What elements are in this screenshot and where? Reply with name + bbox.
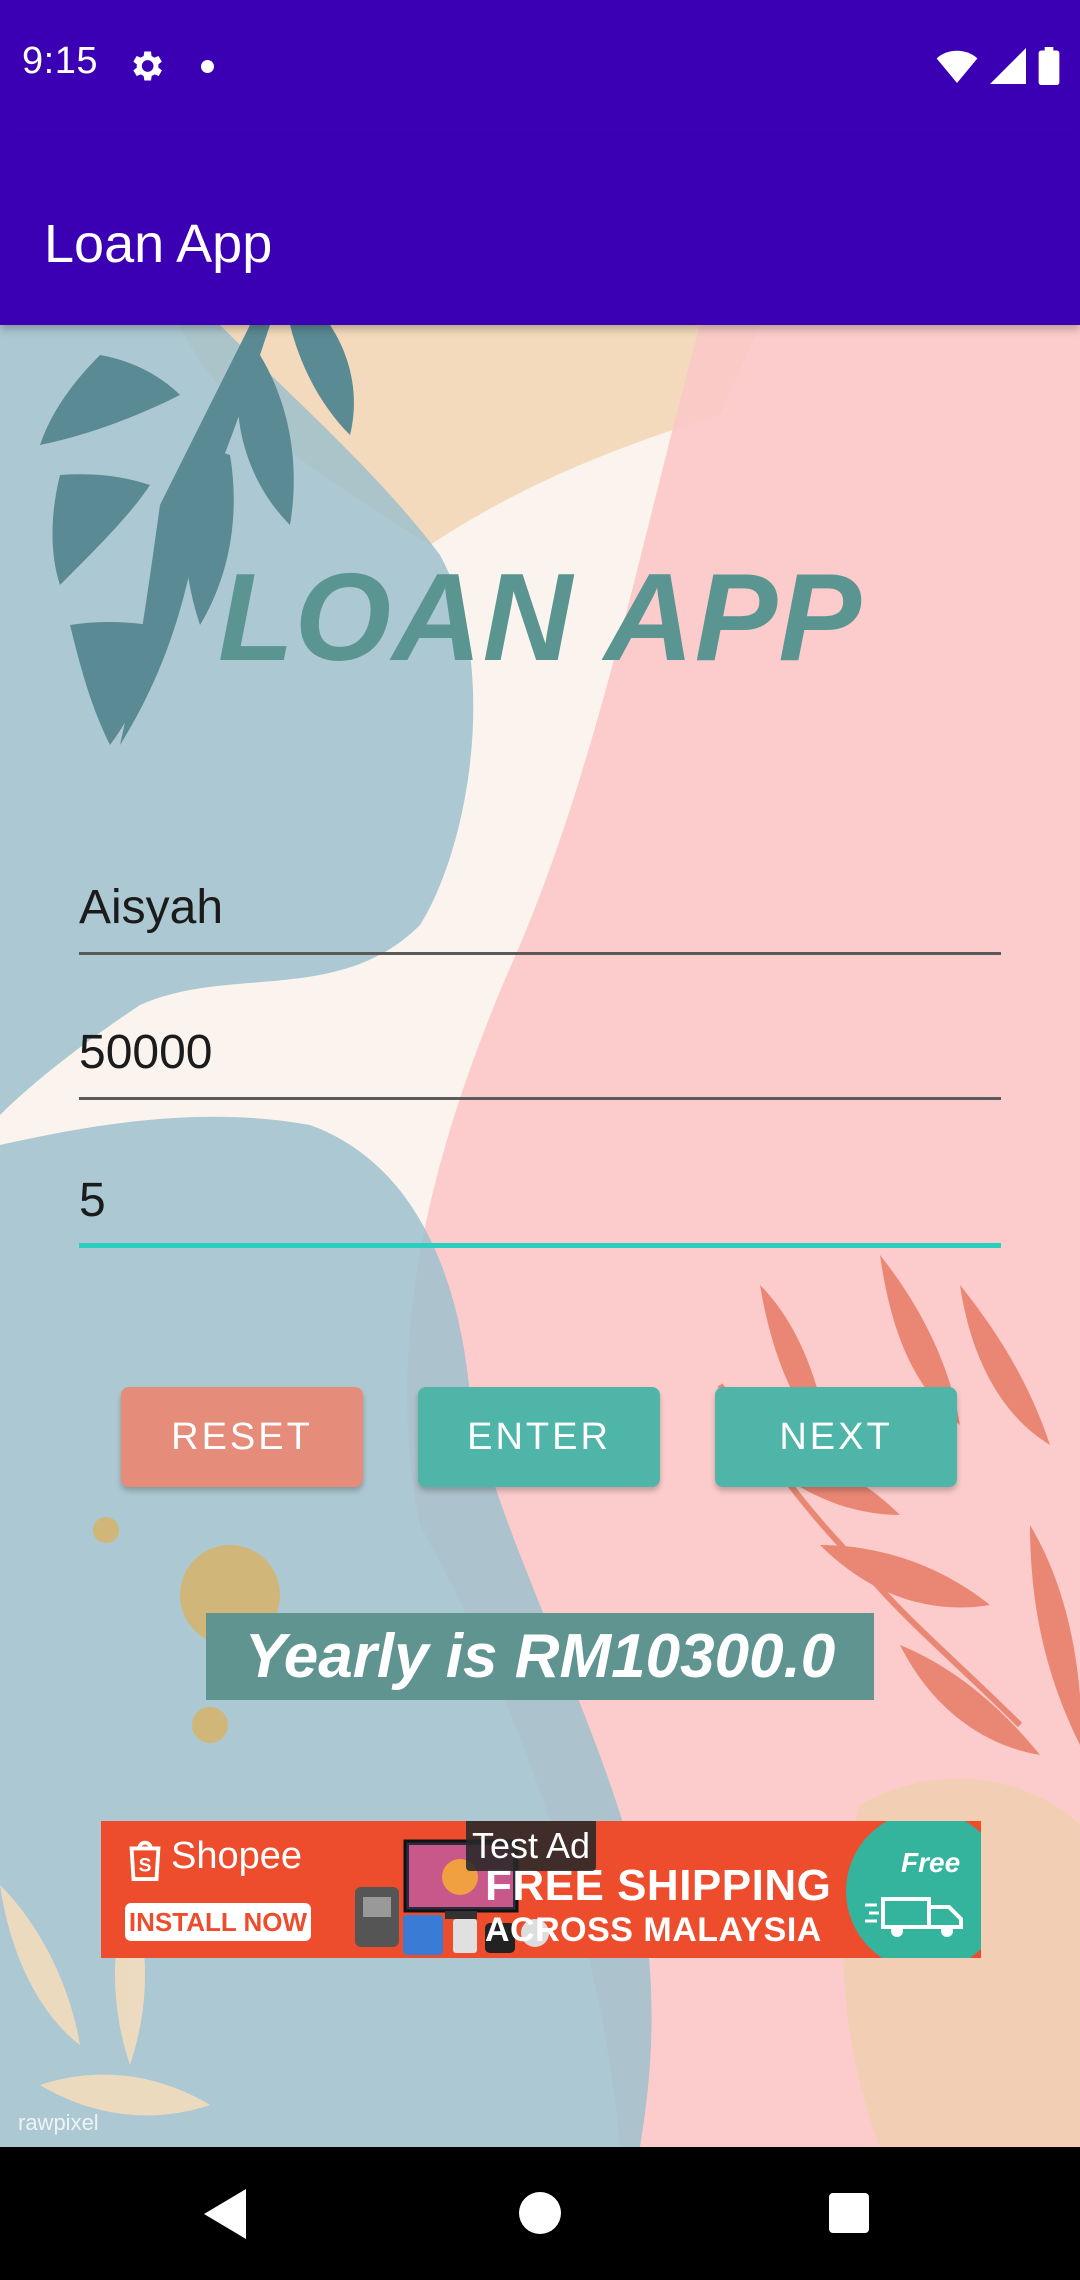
navigation-bar xyxy=(0,2147,1080,2280)
recent-apps-icon[interactable] xyxy=(829,2193,869,2233)
delivery-truck-icon xyxy=(865,1897,963,1937)
app-bar-title: Loan App xyxy=(44,214,273,274)
watermark: rawpixel xyxy=(18,2110,99,2135)
status-time: 9:15 xyxy=(22,40,98,82)
years-field-value: 5 xyxy=(79,1174,106,1227)
name-field[interactable]: Aisyah xyxy=(79,855,1001,955)
shopee-bag-icon: S xyxy=(129,1840,161,1881)
next-button[interactable]: NEXT xyxy=(715,1387,957,1487)
wifi-icon xyxy=(936,50,978,83)
notification-dot-icon xyxy=(201,60,214,73)
name-field-underline xyxy=(79,952,1001,955)
name-field-value: Aisyah xyxy=(79,881,224,934)
status-bar: 9:15 xyxy=(0,0,1080,135)
amount-field[interactable]: 50000 xyxy=(79,1000,1001,1100)
page-title: LOAN APP xyxy=(217,549,863,687)
ad-headline-2: ACROSS MALAYSIA xyxy=(485,1911,822,1949)
years-field-underline xyxy=(79,1243,1001,1248)
result-label: Yearly is RM10300.0 xyxy=(206,1613,874,1700)
gear-icon xyxy=(133,51,162,81)
enter-button[interactable]: ENTER xyxy=(418,1387,660,1487)
svg-text:S: S xyxy=(139,1855,152,1876)
years-field[interactable]: 5 xyxy=(79,1148,1001,1248)
reset-button[interactable]: RESET xyxy=(121,1387,363,1487)
home-icon[interactable] xyxy=(519,2192,561,2234)
ad-install-button[interactable]: INSTALL NOW xyxy=(125,1903,311,1941)
test-ad-label: Test Ad xyxy=(466,1821,597,1871)
battery-icon xyxy=(1038,47,1060,85)
signal-icon xyxy=(990,48,1026,84)
status-icons xyxy=(936,46,1060,86)
ad-brand: Shopee xyxy=(171,1835,303,1877)
amount-field-underline xyxy=(79,1097,1001,1100)
ad-free-text: Free xyxy=(901,1847,961,1878)
back-icon[interactable] xyxy=(200,2187,250,2241)
app-bar: Loan App xyxy=(0,135,1080,325)
amount-field-value: 50000 xyxy=(79,1026,213,1079)
